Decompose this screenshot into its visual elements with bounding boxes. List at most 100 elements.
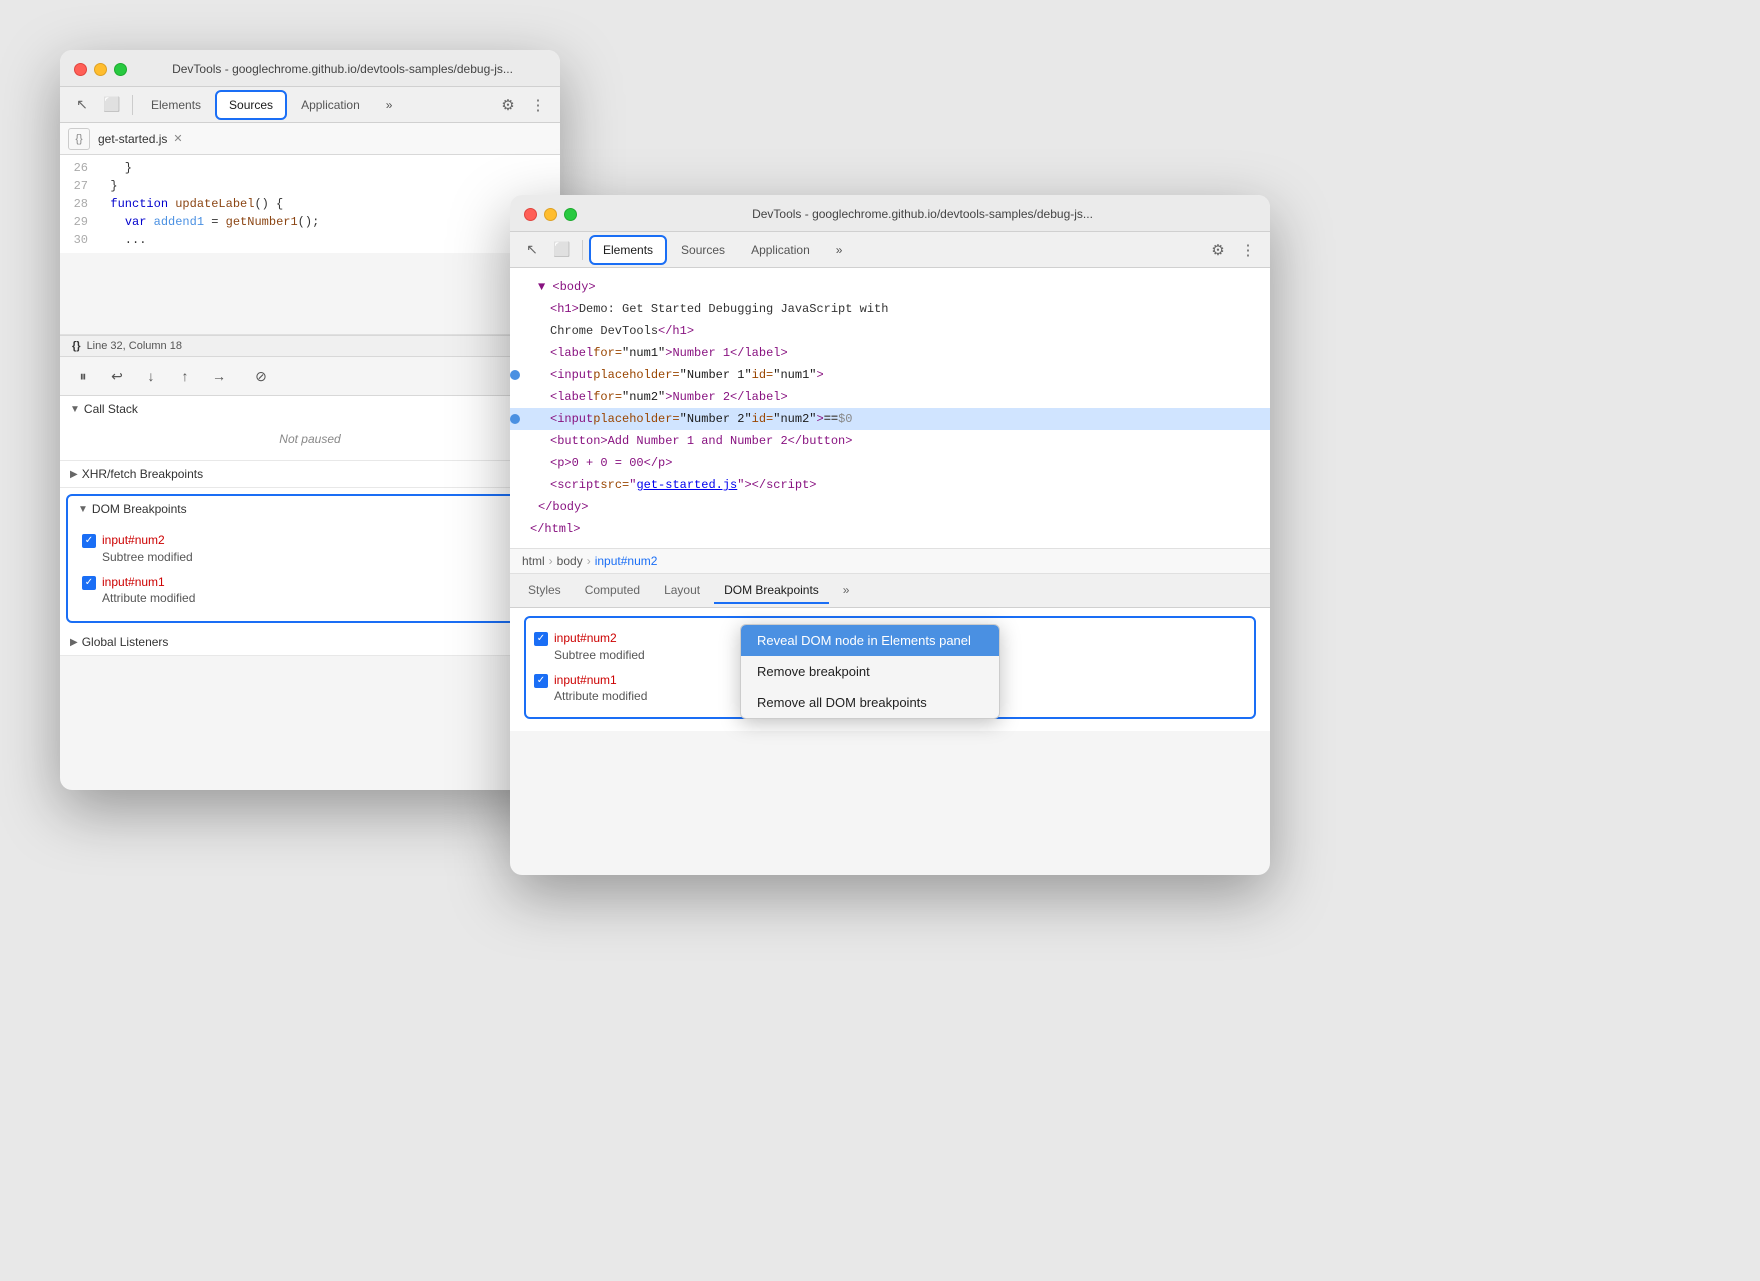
settings-icon-1[interactable]: ⚙ [494,91,522,119]
tab-elements-2[interactable]: Elements [589,235,667,265]
status-bar: {} Line 32, Column 18 [60,335,560,356]
more-icon-2[interactable]: ⋮ [1234,236,1262,264]
breakpoint-checkbox-2[interactable] [82,576,96,590]
bp-text-w2-1: input#num2 Subtree modified [554,630,645,664]
bottom-tabs: Styles Computed Layout DOM Breakpoints » [510,574,1270,608]
breadcrumb-bar: html › body › input#num2 [510,548,1270,574]
call-stack-empty: Not paused [74,428,546,450]
breakpoint-item-2: input#num1 Attribute modified [82,570,538,612]
tab-sources-1[interactable]: Sources [215,90,287,120]
el-line-h1-open[interactable]: <h1> Demo: Get Started Debugging JavaScr… [510,298,1270,320]
code-line-27: 27 } [60,177,560,195]
breakpoint-dot-num2 [510,414,520,424]
close-button-1[interactable] [74,63,87,76]
maximize-button-1[interactable] [114,63,127,76]
bt-tab-more[interactable]: » [833,578,860,604]
el-line-script[interactable]: <script src= " get-started.js "></script… [510,474,1270,496]
tab-separator [132,95,133,115]
traffic-lights-1 [74,63,127,76]
call-stack-content: Not paused [60,422,560,460]
breakpoint-text-2: input#num1 Attribute modified [102,574,195,608]
tab-more-2[interactable]: » [824,237,855,263]
debug-controls: ⏸ ↩ ↓ ↑ → ⊘ [60,356,560,396]
ctx-remove-breakpoint[interactable]: Remove breakpoint [741,656,999,687]
bt-tab-layout[interactable]: Layout [654,578,710,604]
file-tab-name[interactable]: get-started.js [98,132,167,146]
devtools-tabs-2: ↖ ⬜ Elements Sources Application » ⚙ ⋮ [510,232,1270,268]
tab-elements-1[interactable]: Elements [139,92,213,118]
code-editor: 26 } 27 } 28 function updateLabel() { 29… [60,155,560,335]
el-line-h1-text[interactable]: Chrome DevTools </h1> [510,320,1270,342]
el-line-body[interactable]: ▼ <body> [510,276,1270,298]
bp-text-w2-2: input#num1 Attribute modified [554,672,647,706]
file-tab-bar: {} get-started.js ✕ [60,123,560,155]
bt-tab-dom-breakpoints[interactable]: DOM Breakpoints [714,578,829,604]
bt-tab-computed[interactable]: Computed [575,578,650,604]
code-line-29: 29 var addend1 = getNumber1(); [60,213,560,231]
pause-button[interactable]: ⏸ [70,363,96,389]
code-line-30: 30 ... [60,231,560,249]
tab-more-1[interactable]: » [374,92,405,118]
call-stack-header[interactable]: ▼ Call Stack [60,396,560,422]
titlebar-1: DevTools - googlechrome.github.io/devtoo… [60,50,560,87]
close-button-2[interactable] [524,208,537,221]
bc-html[interactable]: html [522,554,545,568]
dom-breakpoints-section: ▼ DOM Breakpoints input#num2 Subtree mod… [66,494,554,623]
titlebar-2: DevTools - googlechrome.github.io/devtoo… [510,195,1270,232]
dom-breakpoints-header[interactable]: ▼ DOM Breakpoints [68,496,552,522]
call-stack-section: ▼ Call Stack Not paused [60,396,560,461]
devtools-window-elements: DevTools - googlechrome.github.io/devtoo… [510,195,1270,875]
settings-icon-2[interactable]: ⚙ [1204,236,1232,264]
file-icon: {} [68,128,90,150]
breakpoint-text-1: input#num2 Subtree modified [102,532,193,566]
tab-application-1[interactable]: Application [289,92,372,118]
devtools-window-sources: DevTools - googlechrome.github.io/devtoo… [60,50,560,790]
stepover-button[interactable]: ↩ [104,363,130,389]
devtools-tabs-1: ↖ ⬜ Elements Sources Application » ⚙ ⋮ [60,87,560,123]
window-title-1: DevTools - googlechrome.github.io/devtoo… [139,62,546,76]
cursor-icon[interactable]: ↖ [68,91,96,119]
el-line-label-num1[interactable]: <label for= "num1" >Number 1</label> [510,342,1270,364]
bc-body[interactable]: body [557,554,583,568]
minimize-button-2[interactable] [544,208,557,221]
breakpoint-checkbox-1[interactable] [82,534,96,548]
stepout-button[interactable]: ↑ [172,363,198,389]
context-menu: Reveal DOM node in Elements panel Remove… [740,624,1000,719]
el-line-html-close[interactable]: </html> [510,518,1270,540]
xhr-breakpoints-section: ▶ XHR/fetch Breakpoints [60,461,560,488]
tab-sources-2[interactable]: Sources [669,237,737,263]
tab-separator-2 [582,240,583,260]
resume-button[interactable]: → [206,363,232,389]
global-listeners-section: ▶ Global Listeners [60,629,560,656]
bp-checkbox-w2-1[interactable] [534,632,548,646]
el-line-p[interactable]: <p>0 + 0 = 00</p> [510,452,1270,474]
more-icon-1[interactable]: ⋮ [524,91,552,119]
maximize-button-2[interactable] [564,208,577,221]
ctx-reveal-dom-node[interactable]: Reveal DOM node in Elements panel [741,625,999,656]
el-line-button[interactable]: <button>Add Number 1 and Number 2</butto… [510,430,1270,452]
stepinto-button[interactable]: ↓ [138,363,164,389]
code-area: 26 } 27 } 28 function updateLabel() { 29… [60,155,560,253]
global-listeners-header[interactable]: ▶ Global Listeners [60,629,560,655]
cursor-icon-2[interactable]: ↖ [518,236,546,264]
bt-tab-styles[interactable]: Styles [518,578,571,604]
xhr-breakpoints-header[interactable]: ▶ XHR/fetch Breakpoints [60,461,560,487]
status-text: Line 32, Column 18 [87,340,182,352]
deactivate-button[interactable]: ⊘ [248,363,274,389]
responsive-icon[interactable]: ⬜ [98,91,126,119]
el-line-label-num2[interactable]: <label for= "num2" >Number 2</label> [510,386,1270,408]
bc-input-num2[interactable]: input#num2 [595,554,658,568]
el-line-input-num2[interactable]: <input placeholder= "Number 2" id= "num2… [510,408,1270,430]
responsive-icon-2[interactable]: ⬜ [548,236,576,264]
code-line-28: 28 function updateLabel() { [60,195,560,213]
tab-application-2[interactable]: Application [739,237,822,263]
ctx-remove-all-breakpoints[interactable]: Remove all DOM breakpoints [741,687,999,718]
side-panel: ▼ Call Stack Not paused ▶ XHR/fetch Brea… [60,396,560,656]
bp-checkbox-w2-2[interactable] [534,674,548,688]
minimize-button-1[interactable] [94,63,107,76]
el-line-input-num1[interactable]: <input placeholder= "Number 1" id= "num1… [510,364,1270,386]
el-line-body-close[interactable]: </body> [510,496,1270,518]
file-tab-close[interactable]: ✕ [173,132,182,145]
breakpoint-dot-num1 [510,370,520,380]
elements-panel: ▼ <body> <h1> Demo: Get Started Debuggin… [510,268,1270,548]
